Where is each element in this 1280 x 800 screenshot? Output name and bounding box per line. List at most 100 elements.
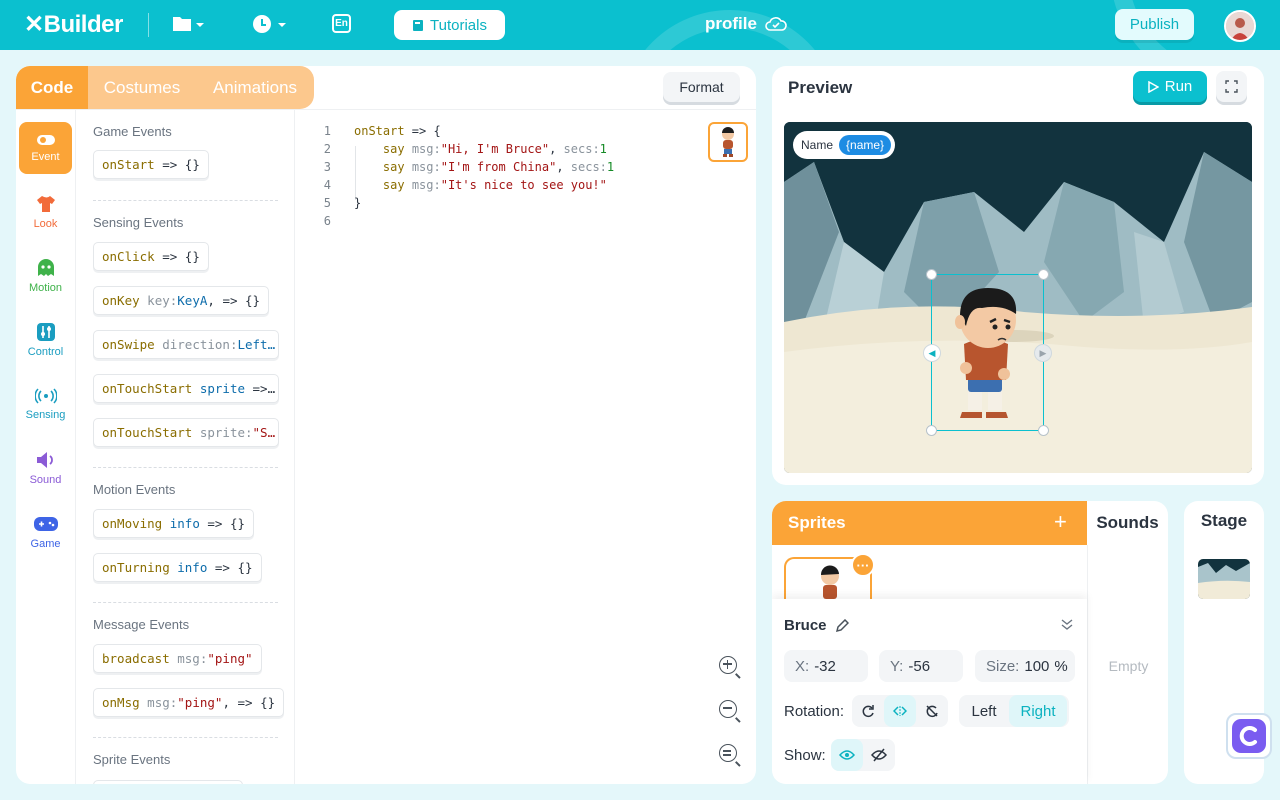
sprite-properties: Bruce X: -32 Y: -56 Size: 100% Rotation: Le… bbox=[772, 599, 1087, 784]
publish-button[interactable]: Publish bbox=[1115, 9, 1194, 40]
no-rotate-button[interactable] bbox=[916, 695, 948, 727]
category-game[interactable]: Game bbox=[19, 506, 72, 558]
avatar-image bbox=[1226, 12, 1254, 40]
direction-left-button[interactable]: Left bbox=[959, 695, 1009, 727]
category-motion[interactable]: Motion bbox=[19, 250, 72, 302]
signal-icon bbox=[34, 387, 57, 404]
resize-handle[interactable] bbox=[926, 425, 937, 436]
block-onkey[interactable]: onKey key: KeyA, => {} bbox=[93, 286, 270, 315]
left-right-button[interactable] bbox=[884, 695, 916, 727]
rotate-all-around-button[interactable] bbox=[852, 695, 884, 727]
block-onmsg[interactable]: onMsg msg: "ping", => {} bbox=[93, 688, 285, 717]
tutorials-button[interactable]: Tutorials bbox=[394, 10, 505, 40]
zoom-out-icon[interactable] bbox=[719, 700, 737, 718]
block-onstart[interactable]: onStart => {} bbox=[93, 150, 209, 179]
block-palette: Game Events onStart => {} Sensing Events… bbox=[76, 110, 295, 784]
sprite-name[interactable]: Bruce bbox=[784, 617, 849, 634]
run-button[interactable]: Run bbox=[1133, 71, 1207, 102]
tab-code[interactable]: Code bbox=[16, 66, 88, 109]
block-sprite-event[interactable] bbox=[93, 780, 243, 784]
folder-menu-button[interactable] bbox=[172, 13, 204, 40]
flip-left-handle[interactable]: ◀ bbox=[923, 344, 941, 362]
block-ontouchstart-name[interactable]: onTouchStart sprite: "S… bbox=[93, 418, 279, 447]
sprites-tab[interactable]: Sprites bbox=[772, 501, 1087, 545]
code-line: } bbox=[354, 196, 361, 210]
resize-handle[interactable] bbox=[1038, 269, 1049, 280]
sliders-icon bbox=[36, 322, 55, 341]
block-arg: msg: bbox=[139, 695, 178, 710]
code-line: say msg:"It's nice to see you!" bbox=[354, 178, 607, 192]
category-look[interactable]: Look bbox=[19, 186, 72, 238]
shirt-icon bbox=[36, 195, 55, 212]
block-keyword: onKey bbox=[102, 293, 140, 308]
category-sound[interactable]: Sound bbox=[19, 442, 72, 494]
rotation-style-selector bbox=[852, 695, 948, 727]
fullscreen-button[interactable] bbox=[1216, 71, 1247, 102]
stage-canvas[interactable]: Name {name} ◀ ▶ bbox=[784, 122, 1252, 473]
category-event[interactable]: Event bbox=[19, 122, 72, 174]
hide-button[interactable] bbox=[863, 739, 895, 771]
project-title[interactable]: profile bbox=[705, 14, 787, 34]
block-broadcast[interactable]: broadcast msg: "ping" bbox=[93, 644, 262, 673]
history-menu-button[interactable] bbox=[252, 13, 288, 40]
format-button[interactable]: Format bbox=[663, 72, 740, 102]
block-onmoving[interactable]: onMoving info => {} bbox=[93, 509, 255, 538]
app-logo[interactable]: ✕Builder bbox=[24, 10, 123, 39]
resize-handle[interactable] bbox=[1038, 425, 1049, 436]
x-field[interactable]: X: -32 bbox=[784, 650, 868, 682]
section-title: Game Events bbox=[93, 124, 172, 139]
sprite-thumbnail[interactable] bbox=[708, 122, 748, 162]
publish-label: Publish bbox=[1129, 16, 1180, 33]
editor-tabs: Code Costumes Animations bbox=[16, 66, 314, 109]
block-keyword: onSwipe bbox=[102, 337, 155, 352]
zoom-reset-icon[interactable] bbox=[719, 744, 737, 762]
collapse-button[interactable] bbox=[1060, 617, 1074, 636]
ghost-icon bbox=[37, 258, 54, 276]
preview-panel: Preview Run Name {name} ◀ ▶ bbox=[772, 66, 1264, 485]
tab-costumes[interactable]: Costumes bbox=[88, 66, 196, 109]
category-control[interactable]: Control bbox=[19, 314, 72, 366]
resize-handle[interactable] bbox=[926, 269, 937, 280]
direction-right-button[interactable]: Right bbox=[1009, 695, 1067, 727]
size-label: Size: bbox=[986, 657, 1020, 675]
code-line: say msg:"Hi, I'm Bruce", secs:1 bbox=[354, 142, 607, 156]
block-onturning[interactable]: onTurning info => {} bbox=[93, 553, 262, 582]
block-text: => {} bbox=[199, 516, 246, 531]
block-arg: direction: bbox=[154, 337, 238, 352]
zoom-in-icon[interactable] bbox=[719, 656, 737, 674]
x-label: X: bbox=[795, 657, 810, 675]
line-number: 1 bbox=[323, 124, 331, 138]
tab-animations[interactable]: Animations bbox=[196, 66, 314, 109]
y-field[interactable]: Y: -56 bbox=[879, 650, 963, 682]
section-title: Sensing Events bbox=[93, 215, 184, 230]
show-button[interactable] bbox=[831, 739, 863, 771]
project-title-text: profile bbox=[705, 14, 757, 33]
selection-box[interactable]: ◀ ▶ bbox=[923, 269, 1052, 436]
add-sprite-button[interactable]: + bbox=[1054, 509, 1067, 535]
backdrop-thumb-image bbox=[1198, 559, 1250, 599]
block-keyword: onTouchStart bbox=[102, 381, 193, 396]
code-editor[interactable]: 1 2 3 4 5 6 onStart => { say msg:"Hi, I'… bbox=[295, 110, 756, 784]
sounds-tab[interactable]: Sounds bbox=[1087, 501, 1168, 545]
code-keyword: onStart bbox=[354, 124, 405, 138]
divider bbox=[93, 467, 278, 468]
assistant-button[interactable] bbox=[1226, 713, 1272, 759]
sounds-empty-text: Empty bbox=[1108, 658, 1149, 674]
pencil-icon[interactable] bbox=[835, 618, 849, 633]
block-onclick[interactable]: onClick => {} bbox=[93, 242, 209, 271]
language-button[interactable]: En bbox=[332, 14, 351, 33]
block-onswipe[interactable]: onSwipe direction: Left… bbox=[93, 330, 279, 359]
x-value: -32 bbox=[814, 657, 836, 675]
flip-right-handle[interactable]: ▶ bbox=[1034, 344, 1052, 362]
stage-backdrop-thumbnail[interactable] bbox=[1198, 559, 1250, 599]
sprite-more-button[interactable]: ··· bbox=[851, 553, 875, 577]
code-string: "I'm from China" bbox=[440, 160, 557, 174]
block-ontouchstart-sprite[interactable]: onTouchStart sprite =>… bbox=[93, 374, 279, 403]
category-sensing[interactable]: Sensing bbox=[19, 378, 72, 430]
size-field[interactable]: Size: 100% bbox=[975, 650, 1075, 682]
variable-monitor[interactable]: Name {name} bbox=[793, 131, 896, 159]
user-avatar[interactable] bbox=[1224, 10, 1256, 42]
tutorials-label: Tutorials bbox=[430, 16, 487, 34]
code-text: => { bbox=[404, 124, 441, 138]
divider bbox=[93, 602, 278, 603]
